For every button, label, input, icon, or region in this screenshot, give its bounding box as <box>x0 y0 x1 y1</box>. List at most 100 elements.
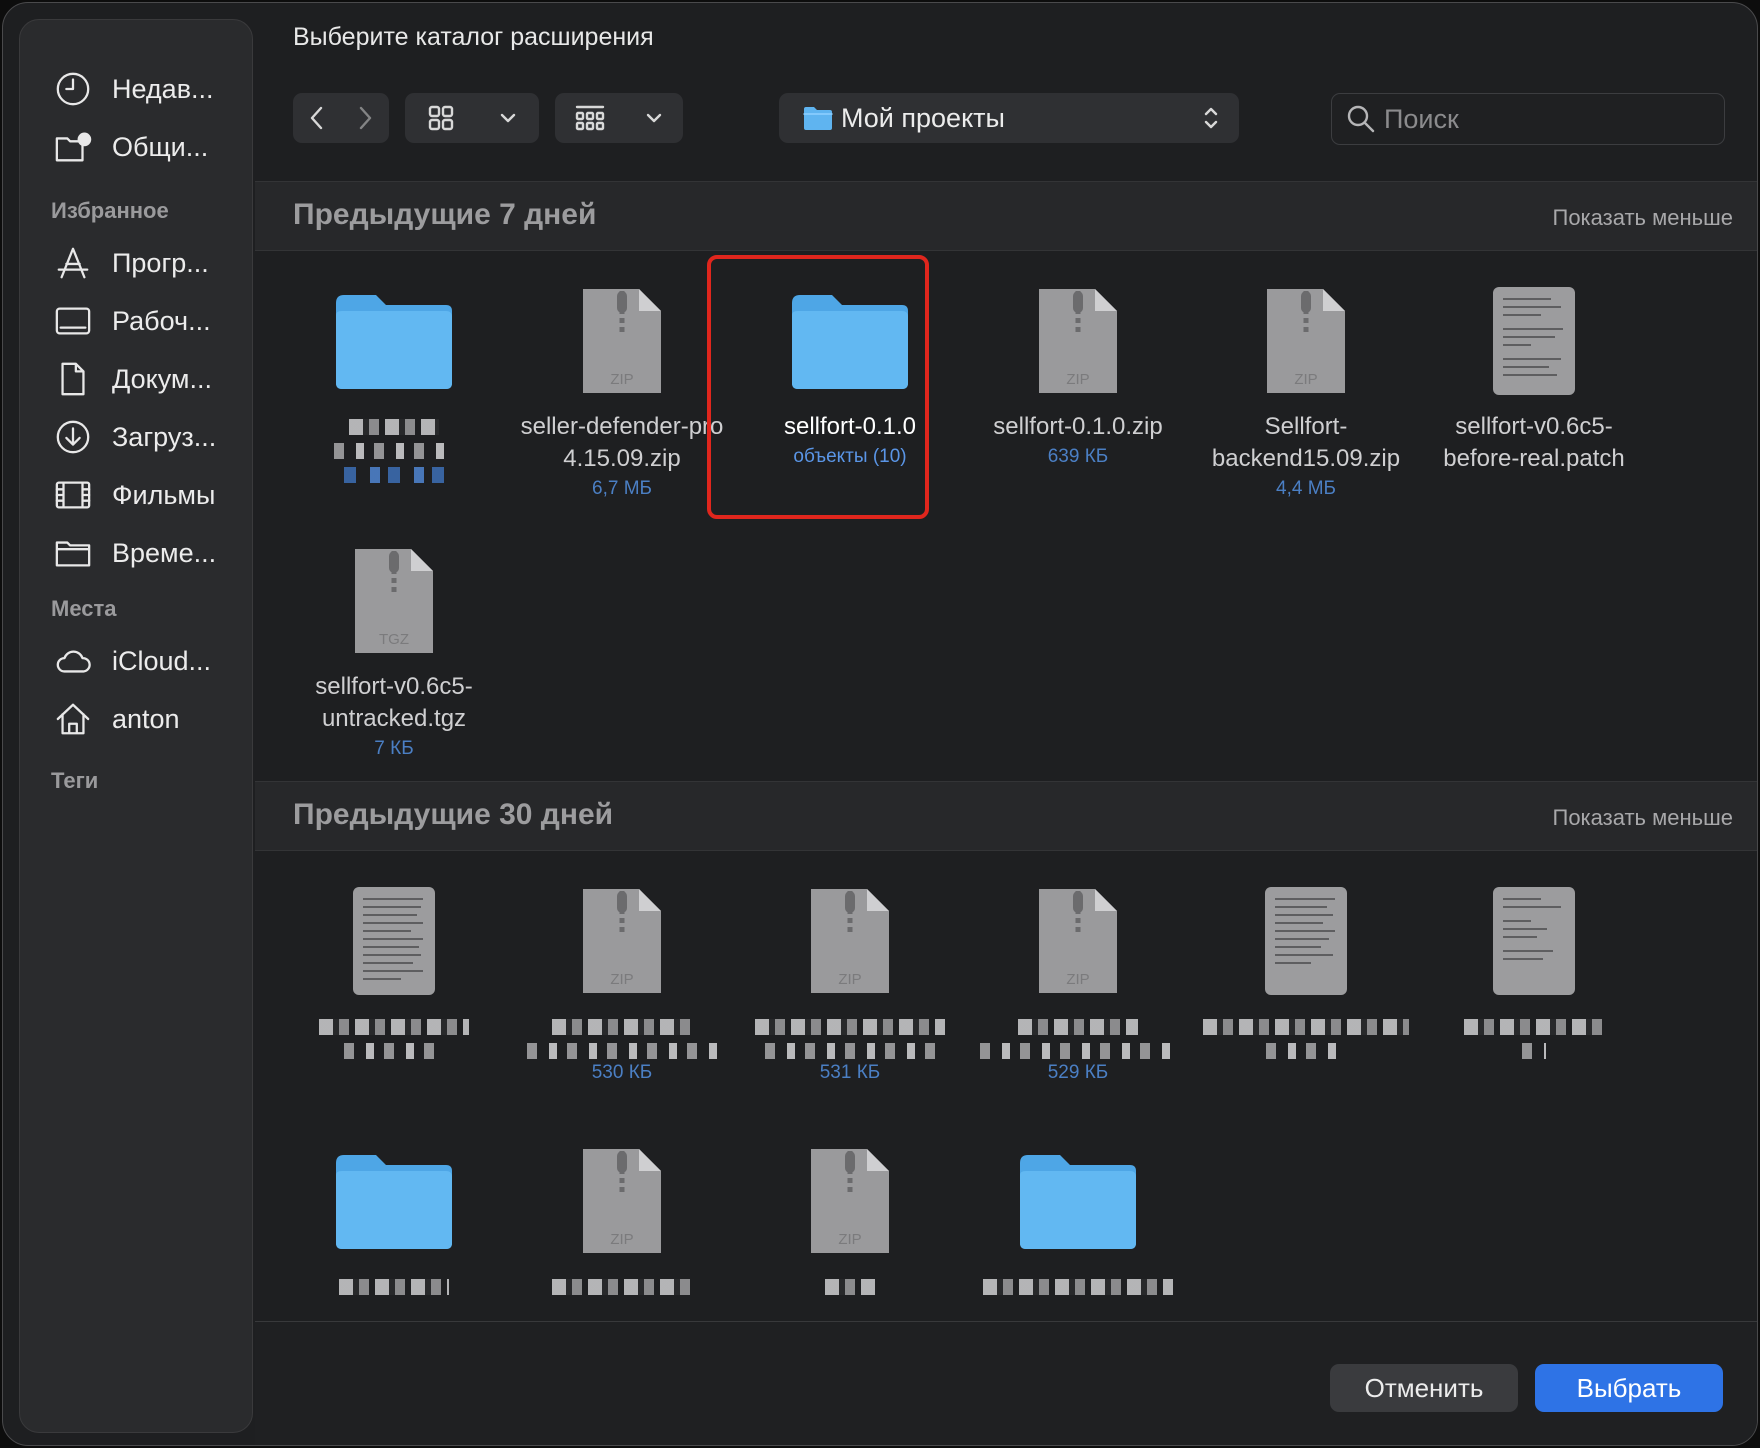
file-item[interactable]: ZIP 529 КБ <box>968 871 1188 1087</box>
file-name: sellfort-v0.6c5-before-real.patch <box>1443 413 1625 472</box>
file-name: sellfort-v0.6c5-untracked.tgz <box>315 673 473 732</box>
blurred-sub <box>344 467 444 483</box>
tags-header: Теги <box>51 768 99 793</box>
file-size: 7 КБ <box>374 738 414 759</box>
back-button[interactable] <box>293 93 341 143</box>
blurred-name <box>344 1043 444 1059</box>
file-item[interactable]: ZIP sellfort-0.1.0.zip 639 КБ <box>968 271 1188 471</box>
applications-icon <box>54 243 100 283</box>
view-mode-button[interactable] <box>405 93 539 143</box>
sidebar-item-label: anton <box>112 703 180 734</box>
file-badge: ZIP <box>1066 371 1089 388</box>
chevron-down-icon <box>646 113 662 123</box>
sidebar-item-documents[interactable]: Докум... <box>54 354 212 404</box>
sidebar-item-home[interactable]: anton <box>54 694 180 744</box>
up-down-chevron-icon <box>1204 107 1218 129</box>
file-item[interactable] <box>284 871 504 1059</box>
file-name: seller-defender-pro 4.15.09.zip <box>520 413 724 472</box>
desktop-icon <box>54 301 100 341</box>
folder-icon <box>284 1131 504 1271</box>
sidebar: Недав... Общи... Избранное Прогр... Рабо… <box>19 19 253 1433</box>
file-name: sellfort-0.1.0.zip <box>993 413 1163 440</box>
sidebar-item-movies[interactable]: Фильмы <box>54 470 215 520</box>
nav-buttons <box>293 93 389 143</box>
show-less-link[interactable]: Показать меньше <box>1553 805 1734 831</box>
sidebar-item-desktop[interactable]: Рабоч... <box>54 296 211 346</box>
sidebar-item-label: iCloud... <box>112 645 212 676</box>
home-icon <box>54 699 100 739</box>
file-item[interactable]: ZIP <box>740 1131 960 1295</box>
file-badge: TGZ <box>379 631 409 648</box>
group-by-button[interactable] <box>555 93 683 143</box>
location-popup[interactable]: Мой проекты <box>779 93 1239 143</box>
file-item[interactable] <box>284 271 504 483</box>
file-item[interactable]: sellfort-v0.6c5-before-real.patch <box>1424 271 1644 475</box>
sidebar-item-icloud[interactable]: iCloud... <box>54 636 211 686</box>
blurred-name <box>334 443 454 459</box>
section-header-7-days: Предыдущие 7 дней Показать меньше <box>255 181 1757 251</box>
shared-folder-icon <box>54 127 100 167</box>
file-browser: Предыдущие 7 дней Показать меньше ZIP se… <box>255 181 1757 1321</box>
file-item[interactable]: TGZ sellfort-v0.6c5-untracked.tgz 7 КБ <box>284 531 504 763</box>
zip-file-icon: ZIP <box>512 1131 732 1271</box>
sidebar-item-label: Фильмы <box>112 479 216 510</box>
file-size: 530 КБ <box>591 1062 653 1083</box>
sidebar-item-shared[interactable]: Общи... <box>54 122 208 172</box>
show-less-link[interactable]: Показать меньше <box>1553 205 1734 231</box>
blurred-name <box>1203 1019 1409 1035</box>
zip-file-icon: ZIP <box>968 871 1188 1011</box>
file-size: 531 КБ <box>819 1062 881 1083</box>
blurred-name <box>339 1279 449 1295</box>
sidebar-item-label: Недав... <box>112 73 214 104</box>
zip-file-icon: ZIP <box>740 871 960 1011</box>
blurred-name <box>527 1043 717 1059</box>
clock-icon <box>54 69 100 109</box>
section-header-30-days: Предыдущие 30 дней Показать меньше <box>255 781 1757 851</box>
forward-button[interactable] <box>341 93 389 143</box>
file-item[interactable]: ZIP 531 КБ <box>740 871 960 1087</box>
sidebar-item-label: Време... <box>112 537 217 568</box>
file-size: 639 КБ <box>1047 446 1109 467</box>
document-icon <box>54 359 100 399</box>
sidebar-item-label: Докум... <box>112 363 212 394</box>
file-item[interactable] <box>284 1131 504 1295</box>
sidebar-item-applications[interactable]: Прогр... <box>54 238 209 288</box>
blurred-name <box>552 1279 692 1295</box>
cloud-icon <box>54 641 100 681</box>
text-document-icon <box>284 871 504 1011</box>
file-item[interactable] <box>1424 871 1644 1059</box>
file-badge: ZIP <box>838 971 861 988</box>
file-size: 529 КБ <box>1047 1062 1109 1083</box>
file-badge: ZIP <box>610 1231 633 1248</box>
chevron-left-icon <box>310 106 323 130</box>
sidebar-item-downloads[interactable]: Загруз... <box>54 412 216 462</box>
folder-icon <box>54 533 100 573</box>
file-item[interactable]: ZIP seller-defender-pro 4.15.09.zip 6,7 … <box>512 271 732 503</box>
grid-view-icon <box>428 105 453 131</box>
choose-button[interactable]: Выбрать <box>1535 1364 1723 1412</box>
file-chooser-dialog: Недав... Общи... Избранное Прогр... Рабо… <box>2 2 1758 1446</box>
file-item[interactable] <box>1196 871 1416 1059</box>
file-item[interactable]: ZIP Sellfort-backend15.09.zip 4,4 МБ <box>1196 271 1416 503</box>
blurred-name <box>1266 1043 1346 1059</box>
blurred-name <box>319 1019 469 1035</box>
blurred-name <box>980 1043 1176 1059</box>
file-item[interactable] <box>968 1131 1188 1295</box>
zip-file-icon: ZIP <box>512 271 732 411</box>
cancel-button[interactable]: Отменить <box>1330 1364 1518 1412</box>
blurred-name <box>1018 1019 1138 1035</box>
blurred-name <box>1522 1043 1546 1059</box>
file-badge: ZIP <box>610 971 633 988</box>
search-field[interactable]: Поиск <box>1331 93 1725 145</box>
file-name: Sellfort-backend15.09.zip <box>1211 413 1401 472</box>
sidebar-item-recents[interactable]: Недав... <box>54 64 214 114</box>
folder-icon <box>284 271 504 411</box>
file-item[interactable]: ZIP 530 КБ <box>512 871 732 1087</box>
file-item[interactable]: ZIP <box>512 1131 732 1295</box>
blurred-name <box>755 1019 945 1035</box>
sidebar-item-temporary[interactable]: Време... <box>54 528 216 578</box>
file-badge: ZIP <box>1294 371 1317 388</box>
file-badge: ZIP <box>838 1231 861 1248</box>
search-placeholder: Поиск <box>1384 103 1459 134</box>
selection-outline <box>707 255 929 519</box>
